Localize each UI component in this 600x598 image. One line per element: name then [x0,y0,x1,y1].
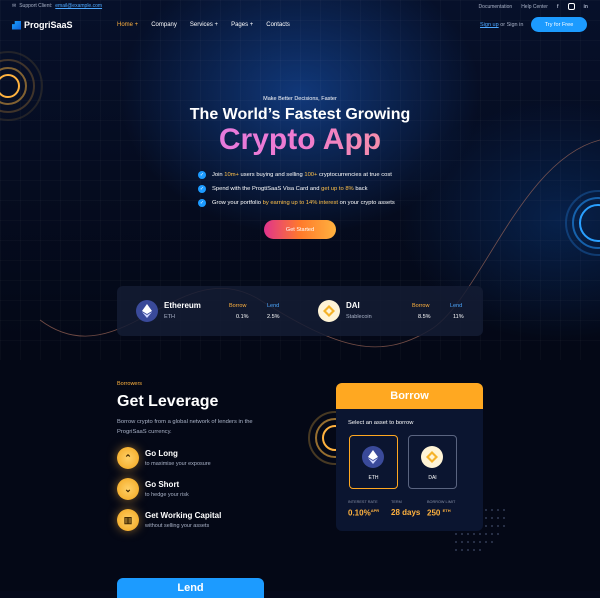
feature-item: ⌃ Go Long to maximise your exposure [117,447,211,469]
signup-link[interactable]: Sign up [480,22,499,28]
facebook-icon[interactable]: f [557,4,559,10]
hero-kicker: Make Better Decisions, Faster [263,96,337,102]
bullet-item: ✓ Spend with the ProgtiSaaS Visa Card an… [198,182,395,196]
dai-name: DAI [346,301,360,310]
borrow-panel-subtitle: Select an asset to borrow [348,420,414,426]
nav-item-home[interactable]: Home + [117,22,138,28]
arrow-up-icon: ⌃ [117,447,139,469]
eth-borrow-value: 0.1% [236,314,249,320]
nav-item-contacts[interactable]: Contacts [266,22,290,28]
feature-item: ⌄ Go Short to hedge your risk [117,478,189,500]
borrow-limit-label: BORROW LIMIT [427,500,456,504]
hero-bullets: ✓ Join 10m+ users buying and selling 100… [198,168,395,210]
asset-label: ETH [368,475,379,481]
right-ring-icon [565,190,600,256]
borrow-panel-title: Borrow [336,383,483,409]
leverage-kicker: Borrowers [117,381,143,387]
linkedin-icon[interactable]: in [584,4,588,10]
interest-rate-value: 0.10%APR [348,508,380,518]
leverage-desc: Borrow crypto from a global network of l… [117,419,253,435]
documentation-link[interactable]: Documentation [479,4,513,10]
feature-desc: to maximise your exposure [145,461,211,467]
borrow-panel: Borrow Select an asset to borrow ETH DAI… [336,383,483,531]
borrow-limit-value: 250 ETH [427,508,451,518]
feature-title: Get Working Capital [145,511,222,520]
bullet-item: ✓ Join 10m+ users buying and selling 100… [198,168,395,182]
leverage-title: Get Leverage [117,393,219,410]
instagram-icon[interactable] [567,3,575,10]
asset-label: DAI [428,475,437,481]
support-email-link[interactable]: email@example.com [55,3,102,9]
interest-rate-label: INTEREST RATE [348,500,378,504]
feature-title: Go Short [145,480,180,489]
check-icon: ✓ [198,185,206,193]
feature-item: ▥ Get Working Capital without selling yo… [117,509,221,531]
mail-icon: ✉ [12,3,17,9]
eth-name: Ethereum [164,301,201,310]
help-center-link[interactable]: Help Center [521,4,548,10]
bullet-text: Spend with the ProgtiSaaS Visa Card and … [212,186,368,192]
rates-card: Ethereum ETH Borrow 0.1% Lend 2.5% DAI S… [117,286,483,336]
top-bar: ✉ Support Client: email@example.com Docu… [0,0,600,12]
eth-lend-label: Lend [267,303,280,309]
dai-lend-label: Lend [450,303,463,309]
support-label: Support Client: [19,3,53,9]
try-free-button[interactable]: Try for Free [531,17,587,32]
dai-symbol: Stablecoin [346,314,372,320]
dai-borrow-value: 8.5% [418,314,431,320]
feature-desc: without selling your assets [145,523,210,529]
dai-lend-value: 11% [453,314,464,320]
hero-headline: Crypto App [0,123,600,157]
chart-icon: ▥ [117,509,139,531]
eth-borrow-label: Borrow [229,303,247,309]
get-started-button[interactable]: Get Started [264,220,336,239]
nav-item-services[interactable]: Services + [190,22,218,28]
asset-option-dai[interactable]: DAI [408,435,457,489]
bullet-item: ✓ Grow your portfolio by earning up to 1… [198,196,395,210]
bullet-text: Join 10m+ users buying and selling 100+ … [212,172,392,178]
nav-menu: Home + Company Services + Pages + Contac… [117,22,290,28]
logo-icon [12,20,21,30]
term-value: 28 days [391,508,421,517]
dai-borrow-label: Borrow [412,303,430,309]
check-icon: ✓ [198,199,206,207]
asset-option-eth[interactable]: ETH [349,435,398,489]
arrow-down-icon: ⌄ [117,478,139,500]
feature-title: Go Long [145,449,178,458]
hero-title: The World’s Fastest Growing [189,106,411,123]
check-icon: ✓ [198,171,206,179]
signin-link[interactable]: or Sign in [500,22,523,28]
feature-desc: to hedge your risk [145,492,189,498]
eth-symbol: ETH [164,314,175,320]
eth-lend-value: 2.5% [267,314,280,320]
ethereum-icon [136,300,158,322]
main-nav: ProgriSaaS Home + Company Services + Pag… [0,14,600,38]
dai-icon [318,300,340,322]
auth-links: Sign up or Sign in [480,22,523,28]
logo[interactable]: ProgriSaaS [12,20,73,30]
dai-icon [421,446,443,468]
term-label: TERM [391,500,402,504]
logo-text: ProgriSaaS [24,20,73,30]
nav-item-pages[interactable]: Pages + [231,22,253,28]
lend-panel-title: Lend [117,578,264,598]
nav-item-company[interactable]: Company [151,22,177,28]
bullet-text: Grow your portfolio by earning up to 14%… [212,200,395,206]
ethereum-icon [362,446,384,468]
